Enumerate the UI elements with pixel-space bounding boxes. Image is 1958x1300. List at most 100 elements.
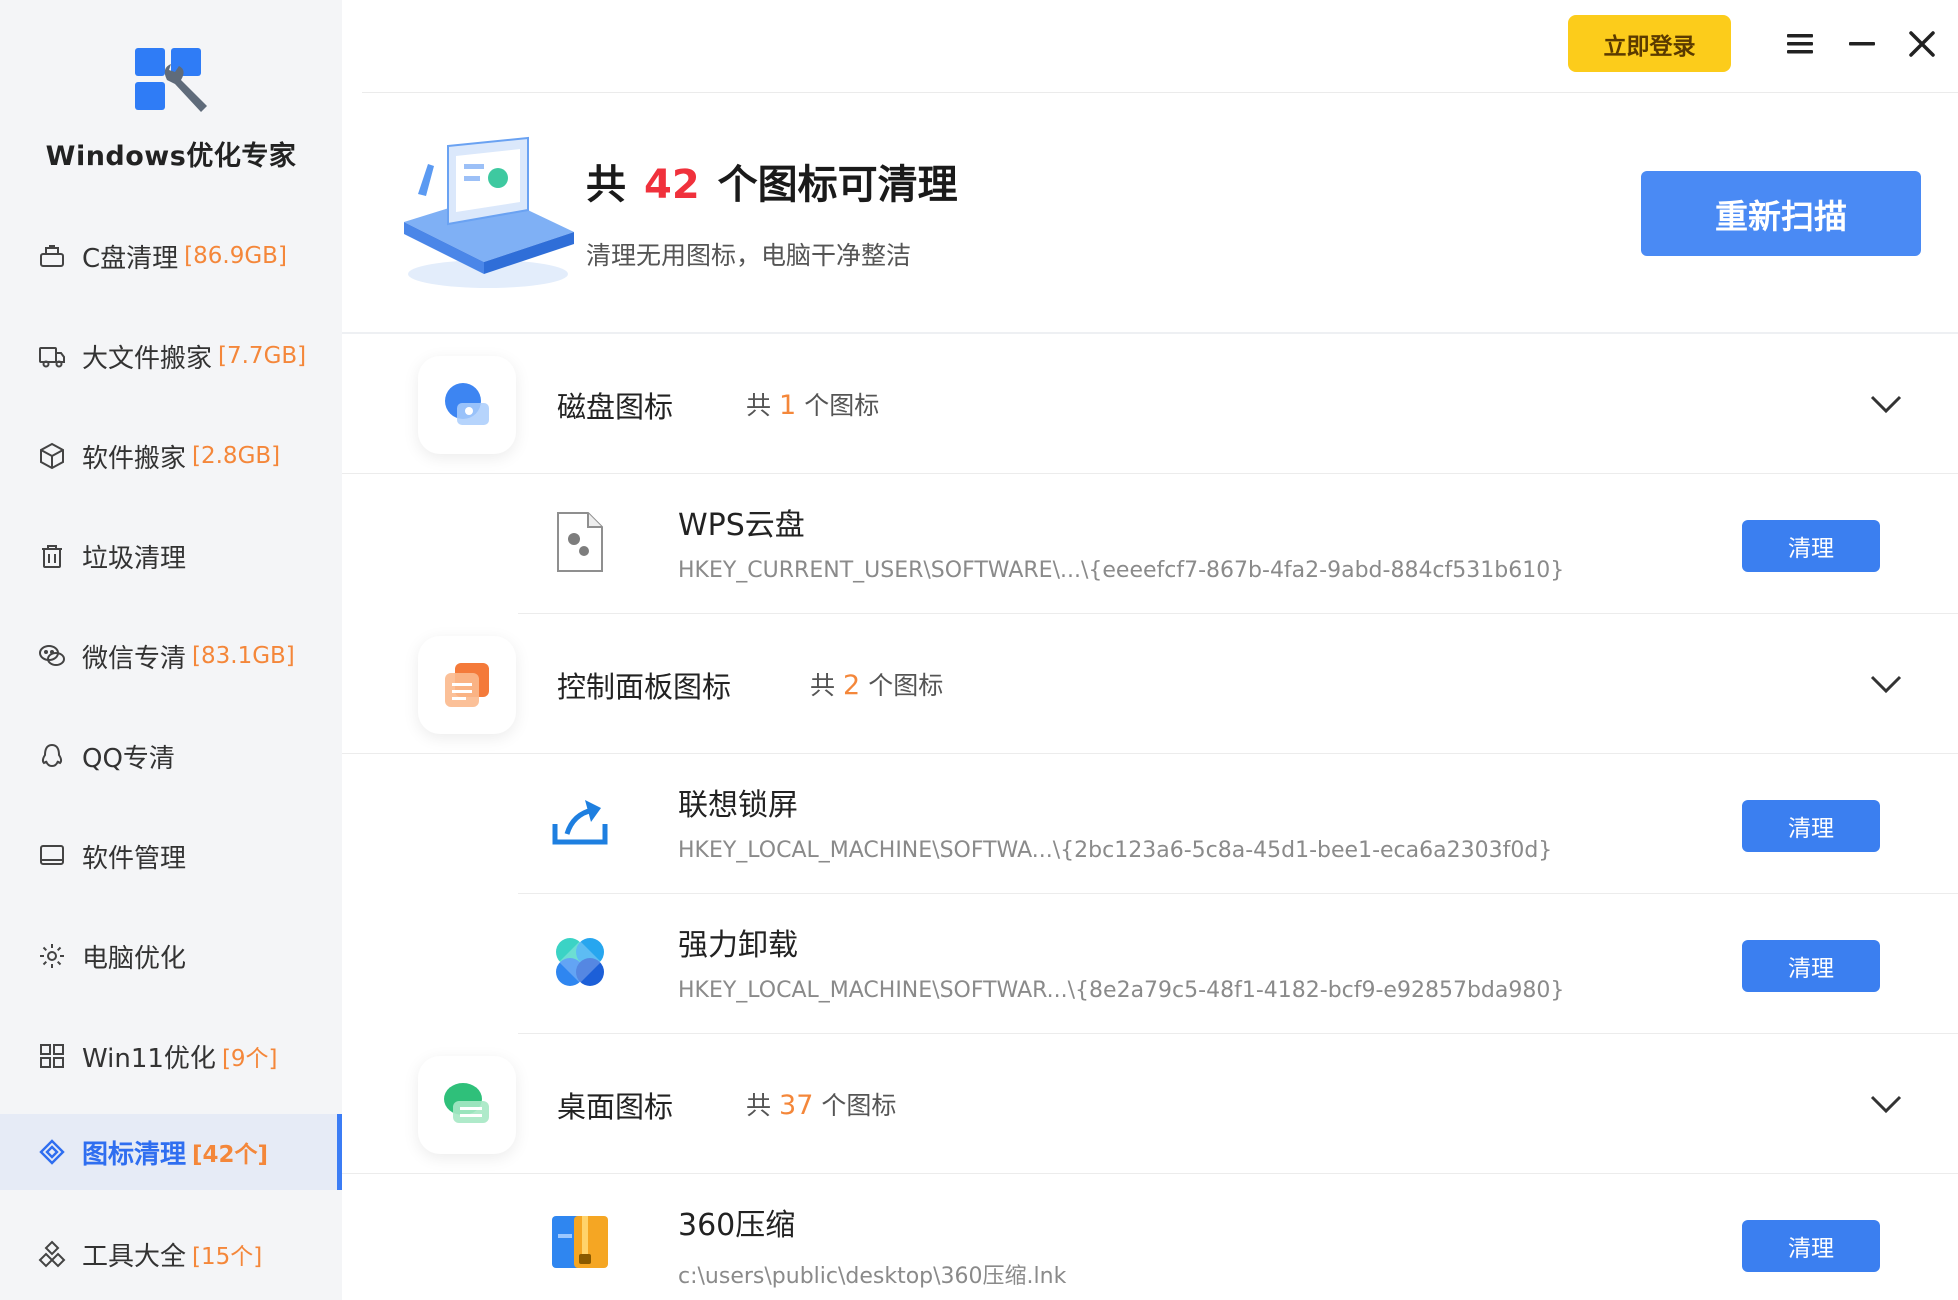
menu-icon[interactable] — [1778, 22, 1822, 66]
share-arrow-icon — [548, 790, 612, 854]
item-path: HKEY_LOCAL_MACHINE\SOFTWAR...\{8e2a79c5-… — [678, 978, 1565, 1003]
sidebar-item-badge: [2.8GB] — [192, 443, 281, 469]
group-count-suffix: 个图标 — [821, 1091, 897, 1120]
app-logo: Windows优化专家 — [0, 40, 342, 173]
login-button[interactable]: 立即登录 — [1568, 15, 1731, 72]
group-count: 共 2 个图标 — [810, 666, 943, 702]
sidebar-item-big-file-move[interactable]: 大文件搬家 [7.7GB] — [0, 318, 342, 394]
control-panel-group-icon — [418, 636, 516, 734]
group-count-number: 2 — [843, 670, 861, 701]
group-count-prefix: 共 — [746, 391, 772, 420]
truck-icon — [36, 340, 68, 372]
group-title: 桌面图标 — [557, 1090, 674, 1124]
computer-clean-illustration-icon — [398, 134, 578, 298]
list-item: WPS云盘 HKEY_CURRENT_USER\SOFTWARE\...\{ee… — [518, 474, 1958, 614]
sidebar-item-toolbox[interactable]: 工具大全 [15个] — [0, 1216, 342, 1292]
group-title: 控制面板图标 — [557, 670, 732, 704]
group-count-suffix: 个图标 — [868, 671, 944, 700]
group-count-number: 37 — [779, 1090, 814, 1121]
windows-tool-logo-icon — [135, 48, 207, 112]
app-title: Windows优化专家 — [45, 141, 297, 172]
sidebar-item-label: 电脑优化 — [82, 943, 187, 974]
sidebar-item-label: QQ专清 — [82, 743, 175, 774]
item-path: HKEY_LOCAL_MACHINE\SOFTWA...\{2bc123a6-5… — [678, 838, 1553, 863]
sidebar-item-wechat-clean[interactable]: 微信专清 [83.1GB] — [0, 618, 342, 694]
disk-group-icon — [418, 356, 516, 454]
clean-button[interactable]: 清理 — [1742, 520, 1880, 572]
group-count: 共 1 个图标 — [746, 386, 879, 422]
tools-icon — [36, 1238, 68, 1270]
list-item: 360压缩 c:\users\public\desktop\360压缩.lnk … — [518, 1174, 1958, 1300]
list-item: 联想锁屏 HKEY_LOCAL_MACHINE\SOFTWA...\{2bc12… — [518, 754, 1958, 894]
gear-icon — [36, 940, 68, 972]
list-item: 强力卸载 HKEY_LOCAL_MACHINE\SOFTWAR...\{8e2a… — [518, 894, 1958, 1034]
item-path: HKEY_CURRENT_USER\SOFTWARE\...\{eeeefcf7… — [678, 558, 1565, 583]
sidebar-item-label: 微信专清 — [82, 643, 187, 674]
trash-icon — [36, 540, 68, 572]
item-name: 360压缩 — [678, 1208, 796, 1243]
sidebar-item-badge: [15个] — [192, 1244, 263, 1270]
item-name: 联想锁屏 — [678, 788, 798, 823]
uninstall-clover-icon — [548, 930, 612, 994]
item-path: c:\users\public\desktop\360压缩.lnk — [678, 1264, 1067, 1289]
settings-file-icon — [548, 510, 612, 574]
sidebar-item-label: 垃圾清理 — [82, 543, 187, 574]
sidebar-item-label: Win11优化 — [82, 1043, 216, 1074]
sidebar-item-badge: [7.7GB] — [218, 343, 307, 369]
group-count-prefix: 共 — [810, 671, 836, 700]
sidebar-item-label: 大文件搬家 — [82, 343, 213, 374]
group-count-suffix: 个图标 — [804, 391, 880, 420]
minimize-icon[interactable] — [1840, 22, 1884, 66]
clean-button[interactable]: 清理 — [1742, 1220, 1880, 1272]
sidebar-item-icon-clean[interactable]: 图标清理 [42个] — [0, 1114, 342, 1190]
sidebar-item-qq-clean[interactable]: QQ专清 — [0, 718, 342, 794]
sidebar-item-badge: [42个] — [192, 1142, 269, 1168]
sidebar-item-junk-clean[interactable]: 垃圾清理 — [0, 518, 342, 594]
group-control-panel-icons[interactable]: 控制面板图标 共 2 个图标 — [342, 614, 1958, 754]
page-subtitle: 清理无用图标，电脑干净整洁 — [586, 241, 912, 270]
group-desktop-icons[interactable]: 桌面图标 共 37 个图标 — [342, 1034, 1958, 1174]
desktop-group-icon — [418, 1056, 516, 1154]
sidebar: Windows优化专家 C盘清理 [86.9GB] 大文件搬家 [7.7GB] … — [0, 0, 342, 1300]
sidebar-item-badge: [83.1GB] — [192, 643, 295, 669]
sidebar-item-label: 工具大全 — [82, 1241, 187, 1272]
item-name: 强力卸载 — [678, 928, 798, 963]
sidebar-item-win11-optimize[interactable]: Win11优化 [9个] — [0, 1018, 342, 1094]
sidebar-item-label: 图标清理 — [82, 1139, 187, 1170]
grid-icon — [36, 1040, 68, 1072]
package-icon — [36, 440, 68, 472]
qq-penguin-icon — [36, 740, 68, 772]
sidebar-item-label: C盘清理 — [82, 243, 179, 274]
clean-button[interactable]: 清理 — [1742, 940, 1880, 992]
group-count: 共 37 个图标 — [746, 1086, 896, 1122]
chevron-down-icon[interactable] — [1868, 1086, 1904, 1122]
sidebar-item-c-drive-clean[interactable]: C盘清理 [86.9GB] — [0, 218, 342, 294]
page-title: 共 42 个图标可清理 — [586, 152, 958, 210]
headline-suffix: 个图标可清理 — [717, 162, 958, 208]
chevron-down-icon[interactable] — [1868, 666, 1904, 702]
group-count-prefix: 共 — [746, 1091, 772, 1120]
clean-button[interactable]: 清理 — [1742, 800, 1880, 852]
archive-icon — [548, 1210, 612, 1274]
item-name: WPS云盘 — [678, 508, 805, 543]
headline-count: 42 — [644, 162, 700, 208]
group-title: 磁盘图标 — [557, 390, 674, 424]
icon-clean-icon — [36, 1136, 68, 1168]
wechat-icon — [36, 640, 68, 672]
headline-prefix: 共 — [586, 162, 626, 208]
rescan-button[interactable]: 重新扫描 — [1641, 171, 1921, 256]
group-disk-icons[interactable]: 磁盘图标 共 1 个图标 — [342, 334, 1958, 474]
sidebar-item-software-manage[interactable]: 软件管理 — [0, 818, 342, 894]
sidebar-item-badge: [9个] — [221, 1046, 278, 1072]
close-icon[interactable] — [1900, 22, 1944, 66]
drive-broom-icon — [36, 240, 68, 272]
group-count-number: 1 — [779, 390, 797, 421]
sidebar-item-label: 软件管理 — [82, 843, 187, 874]
sidebar-item-label: 软件搬家 — [82, 443, 187, 474]
chevron-down-icon[interactable] — [1868, 386, 1904, 422]
sidebar-item-pc-optimize[interactable]: 电脑优化 — [0, 918, 342, 994]
laptop-icon — [36, 840, 68, 872]
sidebar-item-badge: [86.9GB] — [184, 243, 287, 269]
sidebar-item-software-move[interactable]: 软件搬家 [2.8GB] — [0, 418, 342, 494]
top-divider — [362, 92, 1958, 93]
